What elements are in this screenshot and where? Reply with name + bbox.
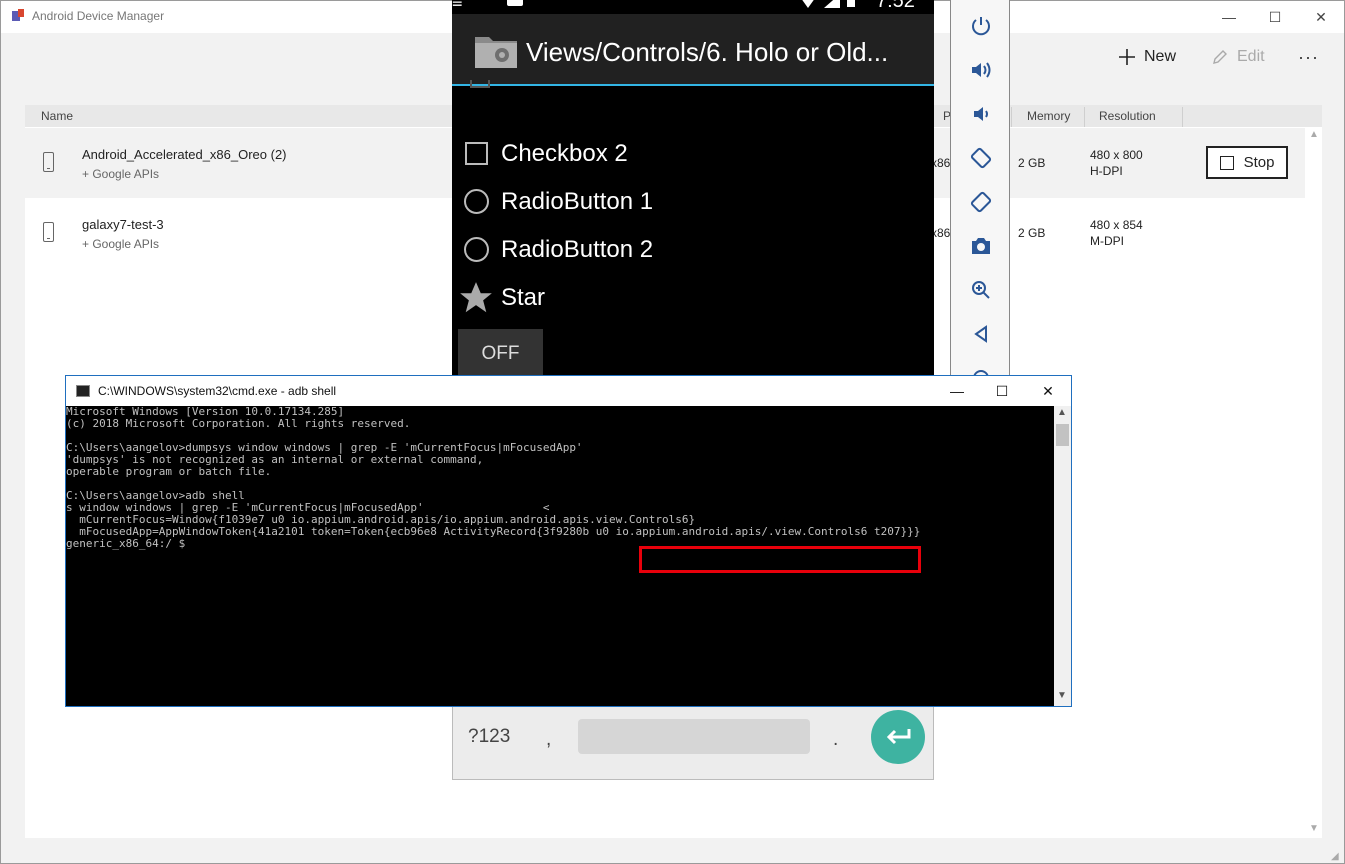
maximize-button[interactable]: ☐ [1252, 1, 1298, 33]
edit-label: Edit [1237, 48, 1265, 65]
toggle-off-button[interactable]: OFF [458, 329, 543, 379]
device-density: M-DPI [1090, 234, 1124, 248]
stop-label: Stop [1243, 154, 1275, 171]
more-options-button[interactable]: ··· [1298, 45, 1319, 69]
scroll-up-arrow[interactable]: ▲ [1057, 407, 1067, 418]
device-addon: + Google APIs [82, 167, 160, 181]
stop-button[interactable]: Stop [1206, 146, 1288, 179]
app-icon [12, 9, 24, 21]
notification-box-icon [507, 0, 523, 6]
folder-gear-icon [475, 37, 517, 68]
star-label: Star [501, 284, 546, 311]
back-icon[interactable] [969, 322, 993, 346]
device-name: Android_Accelerated_x86_Oreo (2) [82, 147, 287, 162]
device-resolution: 480 x 800 [1090, 148, 1143, 162]
checkbox-2[interactable] [465, 142, 488, 165]
cmd-icon [76, 385, 90, 397]
checkbox-2-label: Checkbox 2 [501, 140, 628, 167]
device-memory: 2 GB [1018, 156, 1046, 170]
soft-keyboard: ?123 , . [452, 706, 934, 780]
console-output[interactable]: Microsoft Windows [Version 10.0.17134.28… [66, 406, 1054, 706]
highlight-box [639, 546, 921, 573]
device-density: H-DPI [1090, 164, 1123, 178]
radio-button-2-label: RadioButton 2 [501, 236, 654, 263]
window-title: Android Device Manager [32, 9, 165, 23]
enter-arrow-icon [886, 729, 911, 745]
period-key[interactable]: . [833, 729, 838, 751]
console-prompt: generic_x86_64:/ $ [66, 537, 186, 550]
column-divider [1182, 107, 1183, 127]
scrollbar-thumb[interactable] [1056, 424, 1069, 446]
signal-icon [824, 0, 840, 8]
cmd-window: C:\WINDOWS\system32\cmd.exe - adb shell … [65, 375, 1072, 707]
wifi-icon [802, 0, 814, 8]
column-header-memory[interactable]: Memory [1027, 109, 1070, 123]
cmd-scrollbar[interactable]: ▲ ▼ [1054, 406, 1071, 706]
column-divider [1084, 107, 1085, 127]
status-time: 7:52 [876, 0, 915, 12]
edit-device-button[interactable]: Edit [1211, 45, 1265, 69]
close-button[interactable]: ✕ [1298, 1, 1344, 33]
app-title: Views/Controls/6. Holo or Old... [526, 37, 889, 67]
column-header-name[interactable]: Name [41, 109, 73, 123]
star-icon[interactable] [457, 279, 495, 317]
scroll-down-arrow[interactable]: ▼ [1309, 823, 1319, 834]
minimize-button[interactable]: — [1206, 1, 1252, 33]
column-header-resolution[interactable]: Resolution [1099, 109, 1156, 123]
emulator-side-toolbar [950, 0, 1010, 386]
rotate-right-icon[interactable] [969, 190, 993, 214]
cmd-titlebar[interactable]: C:\WINDOWS\system32\cmd.exe - adb shell … [66, 376, 1071, 406]
enter-key[interactable] [871, 710, 925, 764]
console-line: (c) 2018 Microsoft Corporation. All righ… [66, 417, 411, 430]
pencil-icon [1213, 50, 1227, 64]
rotate-left-icon[interactable] [969, 146, 993, 170]
plus-icon [1119, 49, 1135, 65]
battery-icon [847, 0, 855, 7]
volume-down-icon[interactable] [969, 102, 993, 126]
power-icon[interactable] [969, 14, 993, 38]
radio-button-2[interactable] [464, 237, 489, 262]
phone-icon [43, 222, 54, 242]
volume-up-icon[interactable] [969, 58, 993, 82]
new-label: New [1144, 48, 1177, 65]
scroll-up-arrow[interactable]: ▲ [1309, 129, 1319, 140]
stop-icon [1219, 155, 1234, 170]
symbols-key[interactable]: ?123 [468, 726, 510, 748]
radio-button-1-label: RadioButton 1 [501, 188, 654, 215]
comma-key[interactable]: , [546, 729, 551, 751]
console-line: mFocusedApp=AppWindowToken{41a2101 token… [66, 525, 921, 538]
device-memory: 2 GB [1018, 226, 1046, 240]
checkbox-1-partial[interactable] [470, 80, 490, 88]
status-bar: ≡ 7:52 [452, 0, 934, 14]
radio-button-1[interactable] [464, 189, 489, 214]
device-name: galaxy7-test-3 [82, 217, 164, 232]
camera-icon[interactable] [969, 234, 993, 258]
device-addon: + Google APIs [82, 237, 160, 251]
resize-grip-icon[interactable]: ◢ [1331, 851, 1339, 862]
column-divider [1011, 107, 1012, 127]
spacebar-key[interactable] [578, 719, 810, 754]
cmd-window-title: C:\WINDOWS\system32\cmd.exe - adb shell [98, 384, 337, 398]
scroll-down-arrow[interactable]: ▼ [1057, 690, 1067, 701]
notification-icon: ≡ [452, 0, 463, 12]
zoom-icon[interactable] [969, 278, 993, 302]
cmd-maximize-button[interactable]: ☐ [979, 376, 1025, 406]
new-device-button[interactable]: New [1118, 45, 1176, 69]
cmd-minimize-button[interactable]: — [934, 376, 980, 406]
phone-icon [43, 152, 54, 172]
console-line: operable program or batch file. [66, 465, 272, 478]
device-resolution: 480 x 854 [1090, 218, 1143, 232]
cmd-close-button[interactable]: ✕ [1025, 376, 1071, 406]
